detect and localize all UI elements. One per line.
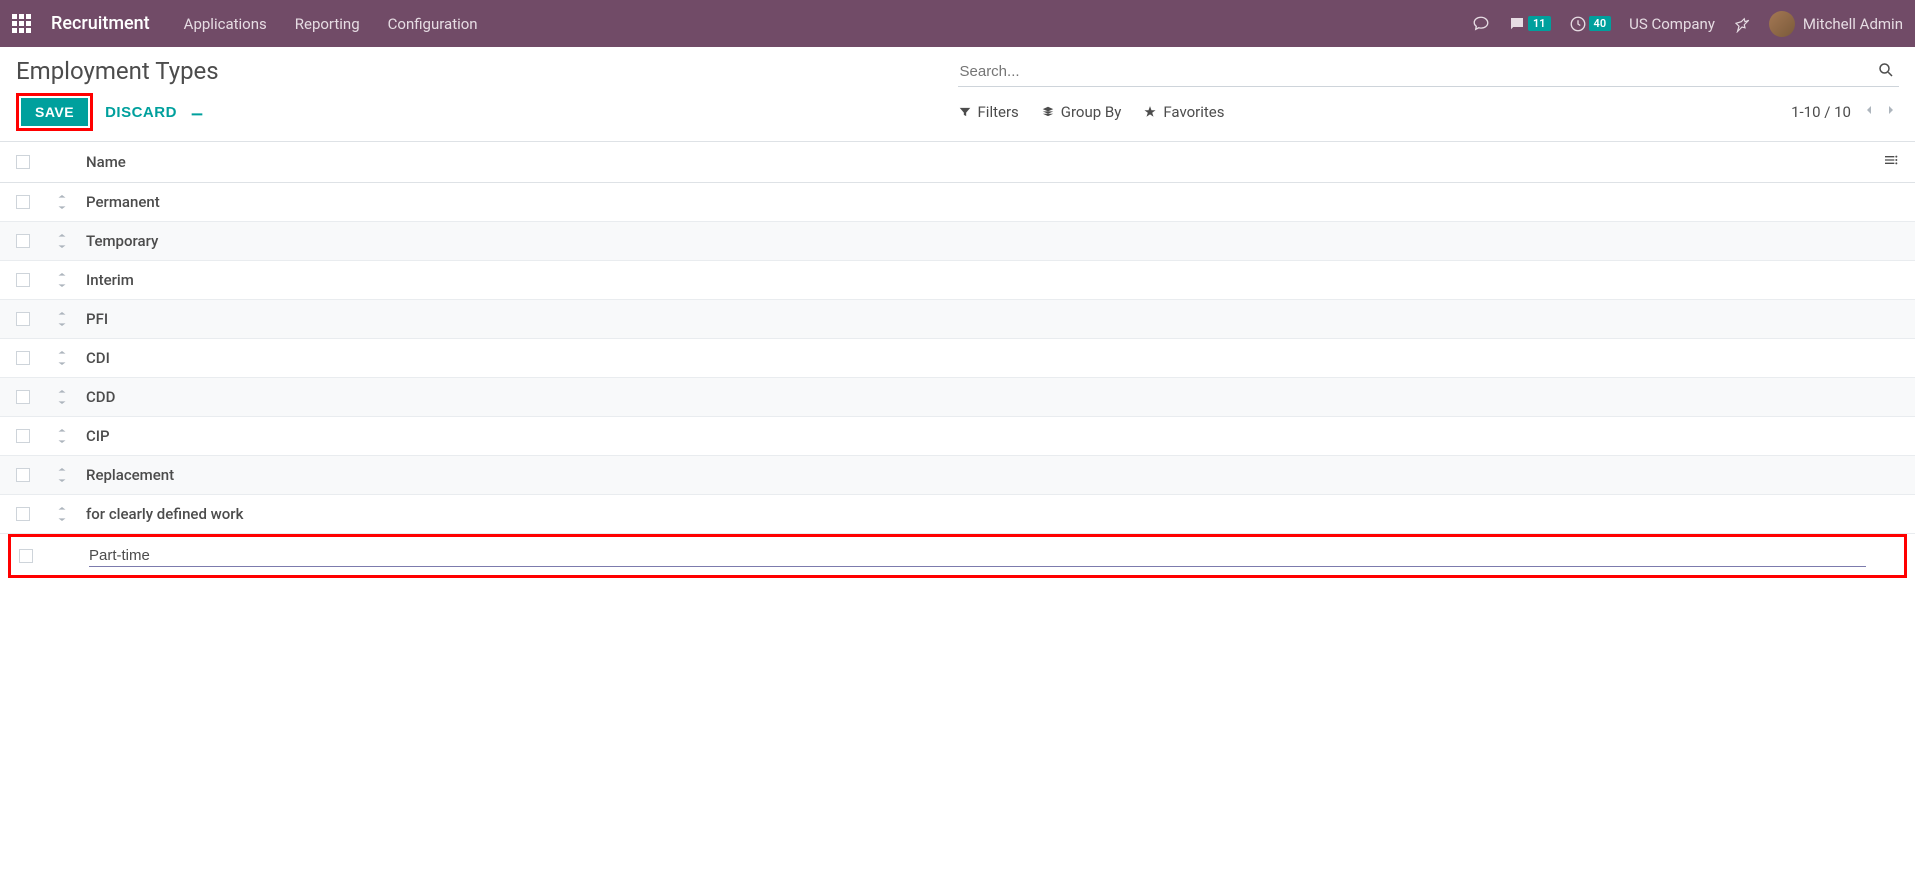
drag-handle-icon[interactable] <box>56 312 86 326</box>
apps-icon[interactable] <box>12 14 31 33</box>
row-checkbox[interactable] <box>16 273 30 287</box>
nav-configuration[interactable]: Configuration <box>388 15 478 33</box>
new-name-input[interactable] <box>89 545 1866 567</box>
pager-text[interactable]: 1-10 / 10 <box>1791 103 1851 121</box>
pager: 1-10 / 10 <box>1791 102 1899 122</box>
row-checkbox[interactable] <box>16 195 30 209</box>
filters-label: Filters <box>978 103 1019 121</box>
top-navbar: Recruitment Applications Reporting Confi… <box>0 0 1915 47</box>
activities-badge: 40 <box>1589 16 1612 31</box>
row-checkbox[interactable] <box>16 351 30 365</box>
user-menu[interactable]: Mitchell Admin <box>1769 11 1903 37</box>
debug-icon[interactable] <box>1733 15 1751 33</box>
row-name: CDD <box>86 388 1869 406</box>
search-input[interactable] <box>958 57 1900 86</box>
discard-button[interactable]: DISCARD <box>105 104 177 121</box>
favorites-button[interactable]: Favorites <box>1143 103 1224 121</box>
column-name[interactable]: Name <box>86 153 1869 171</box>
groupby-button[interactable]: Group By <box>1041 103 1122 121</box>
row-checkbox[interactable] <box>16 429 30 443</box>
page-title: Employment Types <box>16 57 958 85</box>
drag-handle-icon[interactable] <box>56 273 86 287</box>
drag-handle-icon[interactable] <box>56 390 86 404</box>
row-checkbox[interactable] <box>16 312 30 326</box>
row-name: Interim <box>86 271 1869 289</box>
row-checkbox[interactable] <box>16 507 30 521</box>
search-bar[interactable] <box>958 57 1900 87</box>
pager-prev-icon[interactable] <box>1861 102 1877 122</box>
row-name: Replacement <box>86 466 1869 484</box>
messages-icon[interactable]: 11 <box>1508 15 1551 33</box>
row-name: Temporary <box>86 232 1869 250</box>
table-row[interactable]: CIP <box>0 417 1915 456</box>
row-name: for clearly defined work <box>86 505 1869 523</box>
table-row[interactable]: Temporary <box>0 222 1915 261</box>
table-row-new[interactable] <box>11 537 1904 575</box>
new-row-highlight <box>8 534 1907 578</box>
user-name: Mitchell Admin <box>1803 15 1903 33</box>
list-header: Name <box>0 142 1915 183</box>
row-checkbox[interactable] <box>16 234 30 248</box>
pager-next-icon[interactable] <box>1883 102 1899 122</box>
nav-reporting[interactable]: Reporting <box>295 15 360 33</box>
support-icon[interactable] <box>1472 15 1490 33</box>
drag-handle-icon[interactable] <box>56 234 86 248</box>
app-brand[interactable]: Recruitment <box>51 13 150 34</box>
drag-handle-icon[interactable] <box>56 507 86 521</box>
row-name: PFI <box>86 310 1869 328</box>
table-row[interactable]: Permanent <box>0 183 1915 222</box>
avatar <box>1769 11 1795 37</box>
nav-applications[interactable]: Applications <box>184 15 267 33</box>
table-row[interactable]: for clearly defined work <box>0 495 1915 534</box>
drag-handle-icon[interactable] <box>56 351 86 365</box>
table-row[interactable]: CDD <box>0 378 1915 417</box>
table-row[interactable]: Interim <box>0 261 1915 300</box>
drag-handle-icon[interactable] <box>56 195 86 209</box>
search-icon[interactable] <box>1877 61 1895 83</box>
select-all-checkbox[interactable] <box>16 155 30 169</box>
list-body: Permanent Temporary Interim PFI CDI CDD CIP Rep… <box>0 183 1915 534</box>
table-row[interactable]: PFI <box>0 300 1915 339</box>
row-name: CIP <box>86 427 1869 445</box>
save-highlight: SAVE <box>16 93 93 131</box>
groupby-label: Group By <box>1061 103 1122 121</box>
save-button[interactable]: SAVE <box>21 98 88 126</box>
row-name: CDI <box>86 349 1869 367</box>
optional-columns-icon[interactable] <box>1869 152 1899 172</box>
drag-handle-icon[interactable] <box>56 429 86 443</box>
row-checkbox[interactable] <box>16 390 30 404</box>
activities-icon[interactable]: 40 <box>1569 15 1612 33</box>
messages-badge: 11 <box>1528 16 1551 31</box>
export-icon[interactable] <box>189 102 205 122</box>
favorites-label: Favorites <box>1163 103 1224 121</box>
row-checkbox[interactable] <box>19 549 33 563</box>
row-name: Permanent <box>86 193 1869 211</box>
filters-button[interactable]: Filters <box>958 103 1019 121</box>
table-row[interactable]: CDI <box>0 339 1915 378</box>
drag-handle-icon[interactable] <box>56 468 86 482</box>
table-row[interactable]: Replacement <box>0 456 1915 495</box>
company-switcher[interactable]: US Company <box>1629 15 1715 33</box>
control-panel: Employment Types SAVE DISCARD Filters <box>0 47 1915 142</box>
row-checkbox[interactable] <box>16 468 30 482</box>
